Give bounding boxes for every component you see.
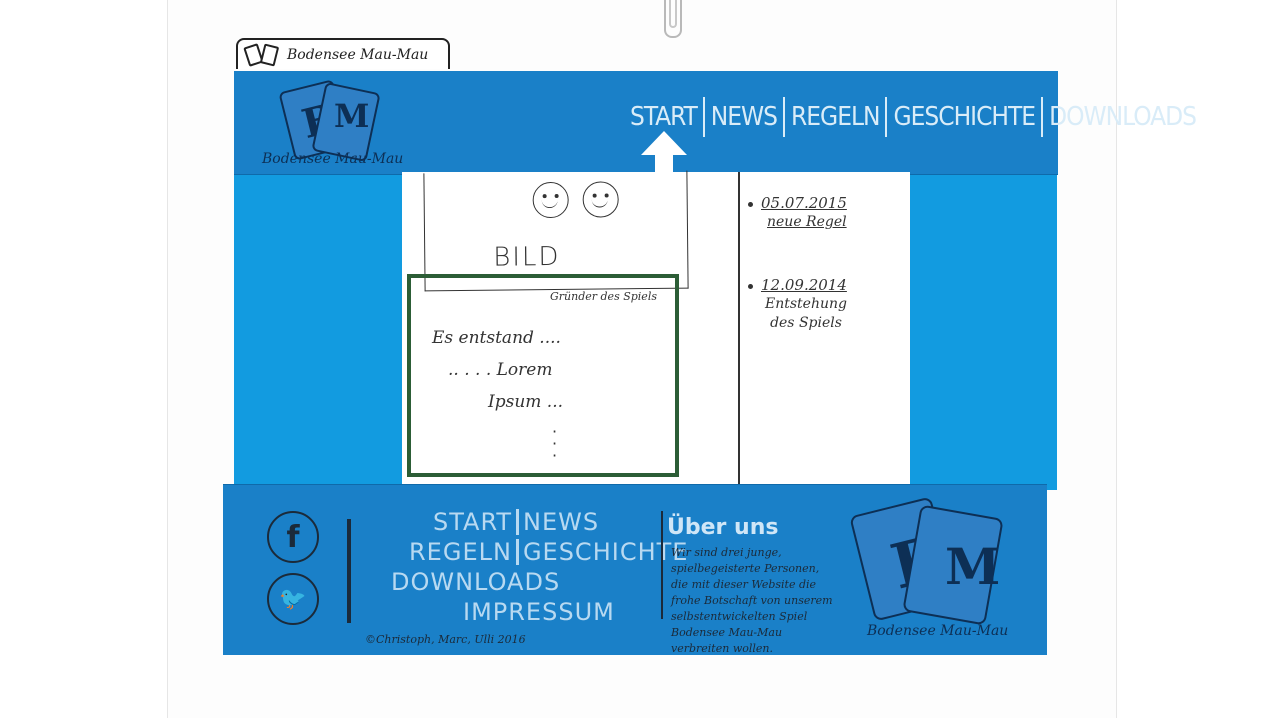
footer-link-news[interactable]: NEWS	[523, 507, 599, 537]
footer-link-geschichte[interactable]: GESCHICHTE	[523, 537, 689, 567]
footer-link-regeln[interactable]: REGELN	[409, 537, 512, 567]
history-text: Es entstand .... .. . . . Lorem Ipsum ..…	[432, 322, 563, 418]
continuation-dots: · · ·	[552, 422, 558, 465]
nav-downloads[interactable]: DOWNLOADS	[1045, 102, 1200, 132]
logo-caption: Bodensee Mau-Mau	[262, 151, 404, 167]
site-logo[interactable]: B M	[278, 77, 381, 163]
paperclip-icon	[664, 0, 682, 38]
smiley-face-icon	[532, 181, 569, 219]
main-content: BILD Gründer des Spiels Es entstand ....…	[402, 170, 738, 484]
news-sidebar: 05.07.2015 neue Regel 12.09.2014 Entsteh…	[740, 172, 910, 484]
browser-tab-title: Bodensee Mau-Mau	[287, 46, 429, 63]
history-line: .. . . . Lorem	[448, 360, 553, 380]
image-placeholder-label: BILD	[493, 241, 561, 273]
footer-nav: START NEWS REGELN GESCHICHTE DOWNLOADS I…	[391, 507, 688, 627]
bullet-icon	[748, 284, 753, 289]
news-title: neue Regel	[767, 214, 847, 230]
faces-sketch	[532, 181, 619, 219]
about-text: Wir sind drei junge, spielbegeisterte Pe…	[671, 546, 833, 655]
nav-start[interactable]: START	[626, 102, 701, 132]
bullet-icon	[748, 202, 753, 207]
twitter-icon: 🐦	[279, 586, 307, 612]
news-date[interactable]: 05.07.2015	[761, 194, 847, 213]
facebook-icon: f	[286, 519, 300, 555]
twitter-link[interactable]: 🐦	[267, 573, 319, 625]
logo-letter-m: M	[945, 537, 1001, 596]
about-divider	[661, 511, 663, 619]
footer-nav-divider	[516, 509, 520, 535]
site-header: B M Bodensee Mau-Mau START NEWS REGELN G…	[234, 71, 1197, 175]
footer-logo-caption: Bodensee Mau-Mau	[867, 623, 1009, 639]
footer-divider	[347, 519, 351, 623]
nav-divider	[885, 97, 888, 137]
about-title: Über uns	[667, 515, 779, 540]
logo-letter-m: M	[334, 97, 370, 135]
copyright-text: ©Christoph, Marc, Ulli 2016	[365, 633, 526, 646]
news-item[interactable]: 05.07.2015 neue Regel	[748, 194, 847, 232]
cards-logo-icon	[243, 42, 280, 67]
nav-geschichte[interactable]: GESCHICHTE	[889, 102, 1039, 132]
nav-regeln[interactable]: REGELN	[787, 102, 883, 132]
main-nav: START NEWS REGELN GESCHICHTE DOWNLOADS	[626, 97, 1200, 137]
footer-nav-divider	[515, 539, 519, 565]
facebook-link[interactable]: f	[267, 511, 319, 563]
nav-news[interactable]: NEWS	[707, 102, 781, 132]
site-footer: f 🐦 START NEWS REGELN GESCHICHTE DOWNLOA…	[223, 484, 1047, 655]
history-line: Es entstand ....	[432, 328, 561, 348]
nav-divider	[1041, 97, 1044, 137]
history-line: Ipsum ...	[488, 392, 564, 412]
nav-divider	[783, 97, 786, 137]
news-item[interactable]: 12.09.2014 Entstehung des Spiels	[748, 276, 851, 333]
active-nav-arrow-icon	[641, 131, 687, 155]
image-caption: Gründer des Spiels	[550, 290, 657, 303]
smiley-face-icon	[582, 181, 619, 218]
news-date[interactable]: 12.09.2014	[761, 276, 851, 295]
browser-tab[interactable]: Bodensee Mau-Mau	[236, 38, 450, 69]
footer-logo[interactable]: B M	[849, 496, 1005, 629]
founders-image: BILD	[423, 170, 689, 292]
footer-link-downloads[interactable]: DOWNLOADS	[391, 567, 560, 597]
footer-link-impressum[interactable]: IMPRESSUM	[463, 597, 615, 627]
nav-divider	[702, 97, 705, 137]
news-title: Entstehung des Spiels	[765, 296, 847, 331]
footer-link-start[interactable]: START	[433, 507, 512, 537]
